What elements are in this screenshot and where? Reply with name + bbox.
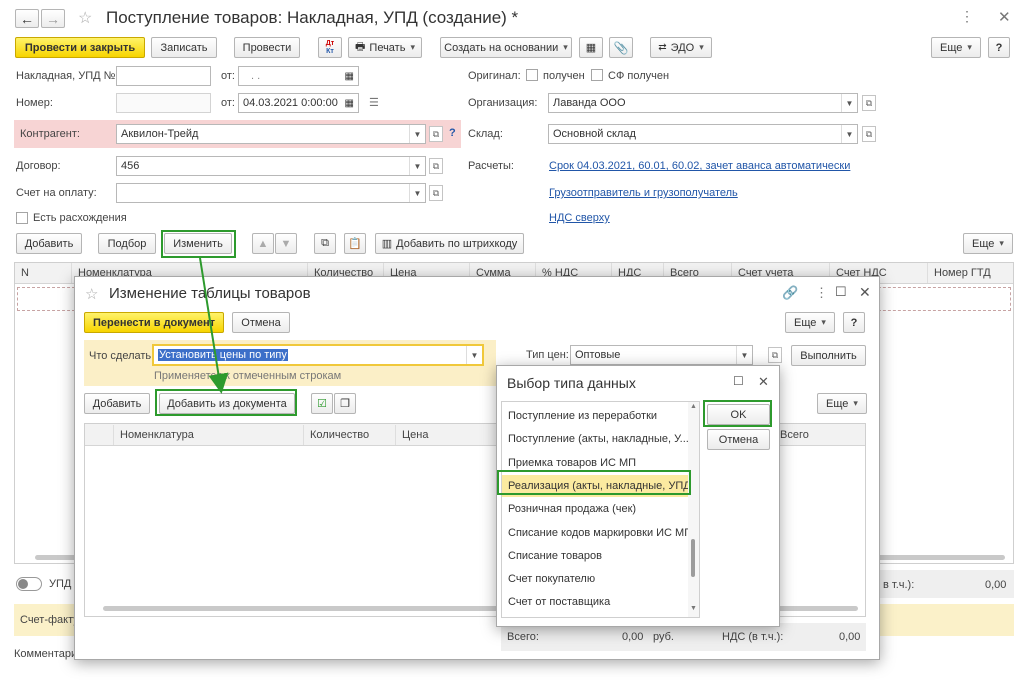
- arrow-line: [199, 257, 229, 394]
- annotation-arrow: [199, 257, 229, 394]
